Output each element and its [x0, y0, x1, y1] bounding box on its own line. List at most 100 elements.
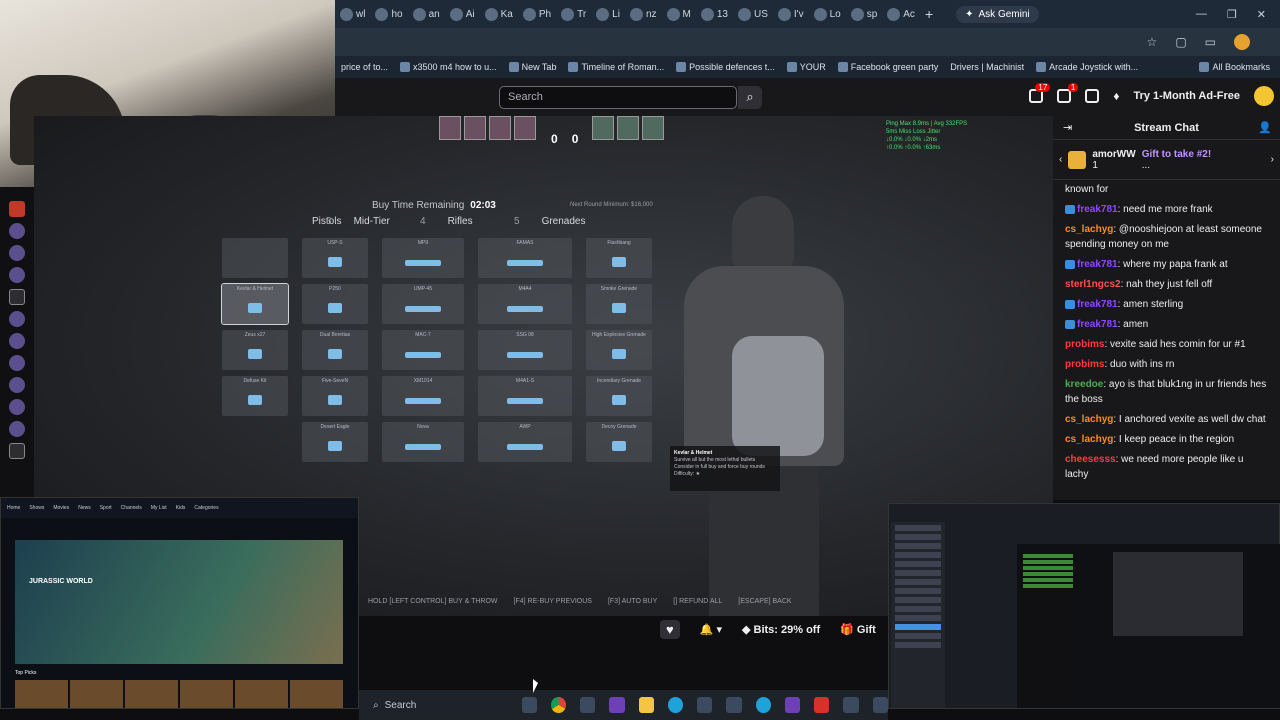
menu-item-selected[interactable]	[895, 624, 941, 630]
channel-avatar[interactable]	[9, 245, 25, 261]
follow-heart-icon[interactable]: ♥	[660, 620, 680, 639]
chat-username[interactable]: kreedoe	[1065, 379, 1103, 390]
settings-icon[interactable]	[872, 697, 888, 713]
chrome-icon[interactable]	[550, 697, 567, 713]
browser-tab[interactable]: Ac	[882, 2, 920, 26]
chat-username[interactable]: freak781	[1077, 319, 1118, 330]
search-icon[interactable]: ⌕	[738, 86, 762, 109]
category-tab[interactable]: Pistols	[220, 216, 341, 227]
bookmark-item[interactable]: price of to...	[335, 62, 394, 72]
buy-item[interactable]: Desert Eagle	[302, 422, 368, 462]
nav-item[interactable]: Movies	[53, 505, 69, 511]
menu-item[interactable]	[895, 606, 941, 612]
chat-username[interactable]: probims	[1065, 359, 1104, 370]
buy-item[interactable]	[222, 238, 288, 278]
bookmark-item[interactable]: Possible defences t...	[670, 62, 781, 72]
buy-item[interactable]: UMP-45	[382, 284, 464, 324]
nav-item[interactable]: Channels	[121, 505, 142, 511]
nav-item[interactable]: Home	[7, 505, 20, 511]
buy-item[interactable]: Dual Berettas	[302, 330, 368, 370]
chat-username[interactable]: cs_lachyg	[1065, 414, 1113, 425]
buy-item[interactable]: Decoy Grenade	[586, 422, 652, 462]
menu-item[interactable]	[895, 633, 941, 639]
downloads-icon[interactable]: ▭	[1205, 35, 1216, 49]
file-explorer-icon[interactable]	[638, 697, 654, 713]
menu-item[interactable]	[895, 534, 941, 540]
channel-avatar[interactable]	[9, 377, 25, 393]
buy-item[interactable]: AWP	[478, 422, 572, 462]
thumbnail[interactable]	[15, 680, 68, 708]
video-icon[interactable]	[9, 289, 25, 305]
browser-tab[interactable]: Li	[591, 2, 625, 26]
thumbnail[interactable]	[180, 680, 233, 708]
app-icon[interactable]	[609, 697, 625, 713]
buy-item[interactable]: Incendiary Grenade	[586, 376, 652, 416]
bookmark-item[interactable]: Timeline of Roman...	[562, 62, 670, 72]
chat-username[interactable]: cheesesss	[1065, 454, 1116, 465]
buy-item[interactable]: FAMAS	[478, 238, 572, 278]
browser-tab[interactable]: ho	[370, 2, 407, 26]
collapse-chat-icon[interactable]: ⇥	[1063, 121, 1072, 134]
notification-bell-icon[interactable]: 🔔 ▾	[700, 623, 722, 636]
buy-item[interactable]: MAC-7	[382, 330, 464, 370]
browser-tab[interactable]: sp	[846, 2, 883, 26]
thumbnail[interactable]	[290, 680, 343, 708]
browser-tab[interactable]: nz	[625, 2, 662, 26]
prime-crown-icon[interactable]: ♦	[1113, 89, 1119, 103]
bookmark-item[interactable]: Facebook green party	[832, 62, 945, 72]
minimize-icon[interactable]: —	[1196, 8, 1207, 21]
twitch-search-input[interactable]: Search	[499, 86, 737, 109]
channel-avatar[interactable]	[9, 399, 25, 415]
menu-item[interactable]	[895, 525, 941, 531]
menu-item[interactable]	[895, 642, 941, 648]
browser-tab[interactable]: I'v	[773, 2, 809, 26]
thumbnail[interactable]	[70, 680, 123, 708]
task-view-icon[interactable]	[521, 697, 537, 713]
browser-tab[interactable]: Lo	[809, 2, 846, 26]
browser-tab[interactable]: 13	[696, 2, 733, 26]
nav-item[interactable]: News	[78, 505, 91, 511]
menu-item[interactable]	[895, 552, 941, 558]
chat-username[interactable]: cs_lachyg	[1065, 434, 1113, 445]
menu-item[interactable]	[895, 561, 941, 567]
app-icon[interactable]	[843, 697, 859, 713]
channel-avatar[interactable]	[9, 311, 25, 327]
channel-avatar[interactable]	[9, 223, 25, 239]
notifications-icon[interactable]: 1	[1057, 83, 1079, 103]
chat-username[interactable]: probims	[1065, 339, 1104, 350]
chevron-right-icon[interactable]: ›	[1271, 154, 1274, 165]
chat-username[interactable]: freak781	[1077, 204, 1118, 215]
buy-item[interactable]: Defuse Kit	[222, 376, 288, 416]
community-icon[interactable]: 👤	[1258, 121, 1272, 134]
menu-item[interactable]	[895, 597, 941, 603]
edge-icon[interactable]	[667, 697, 684, 713]
browser-tab[interactable]: Ka	[480, 2, 518, 26]
all-bookmarks-button[interactable]: All Bookmarks	[1193, 62, 1280, 72]
buy-item[interactable]: MP9	[382, 238, 464, 278]
chat-username[interactable]: freak781	[1077, 299, 1118, 310]
browser-tab[interactable]: US	[733, 2, 773, 26]
buy-item[interactable]: M4A4	[478, 284, 572, 324]
chat-username[interactable]: freak781	[1077, 259, 1118, 270]
buy-item[interactable]: SSG 08	[478, 330, 572, 370]
chat-username[interactable]: sterl1ngcs2	[1065, 279, 1121, 290]
bookmark-item[interactable]: YOUR	[781, 62, 832, 72]
bookmark-star-icon[interactable]: ☆	[1147, 35, 1158, 49]
bookmark-item[interactable]: x3500 m4 how to u...	[394, 62, 503, 72]
extensions-icon[interactable]: ▢	[1175, 35, 1186, 49]
browser-tab[interactable]: M	[662, 2, 696, 26]
new-tab-button[interactable]: +	[920, 2, 938, 26]
gift-sub-button[interactable]: 🎁 Gift	[840, 623, 876, 636]
bits-button[interactable]: ◆ Bits: 29% off	[742, 623, 820, 636]
channel-avatar[interactable]	[9, 421, 25, 437]
buy-item[interactable]: Five-SeveN	[302, 376, 368, 416]
channel-avatar[interactable]	[9, 201, 25, 217]
nav-item[interactable]: Categories	[194, 505, 218, 511]
video-icon[interactable]	[9, 443, 25, 459]
browser-tab[interactable]: Tr	[556, 2, 591, 26]
category-tab[interactable]: 3 Mid-Tier	[326, 216, 420, 227]
bookmark-item[interactable]: Drivers | Machinist	[944, 62, 1030, 72]
app-icon[interactable]	[784, 697, 801, 713]
buy-item[interactable]: XM1014	[382, 376, 464, 416]
menu-item[interactable]	[895, 615, 941, 621]
